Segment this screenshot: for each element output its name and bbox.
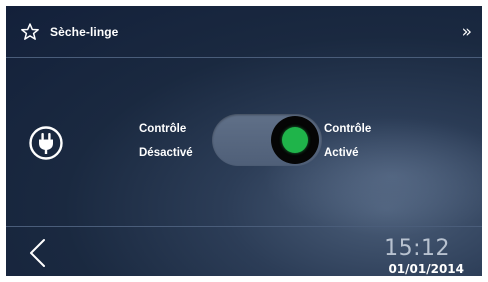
plug-icon [29, 126, 63, 160]
on-label-line2: Activé [324, 147, 359, 159]
screen: Sèche-linge » Contrôle Désactivé Contrôl… [6, 6, 482, 276]
forward-icon[interactable]: » [462, 24, 472, 41]
chevron-left-icon[interactable] [28, 238, 46, 268]
device-frame: Sèche-linge » Contrôle Désactivé Contrôl… [0, 0, 488, 282]
clock-date: 01/01/2014 [388, 262, 464, 276]
star-icon[interactable] [20, 22, 40, 42]
off-label-line1: Contrôle [139, 123, 187, 135]
page-title: Sèche-linge [50, 25, 119, 39]
clock-time: 15:12 [384, 236, 450, 261]
on-label-line1: Contrôle [324, 123, 372, 135]
header-bar: Sèche-linge » [6, 6, 482, 58]
off-label-line2: Désactivé [139, 147, 193, 159]
status-led [282, 127, 308, 153]
